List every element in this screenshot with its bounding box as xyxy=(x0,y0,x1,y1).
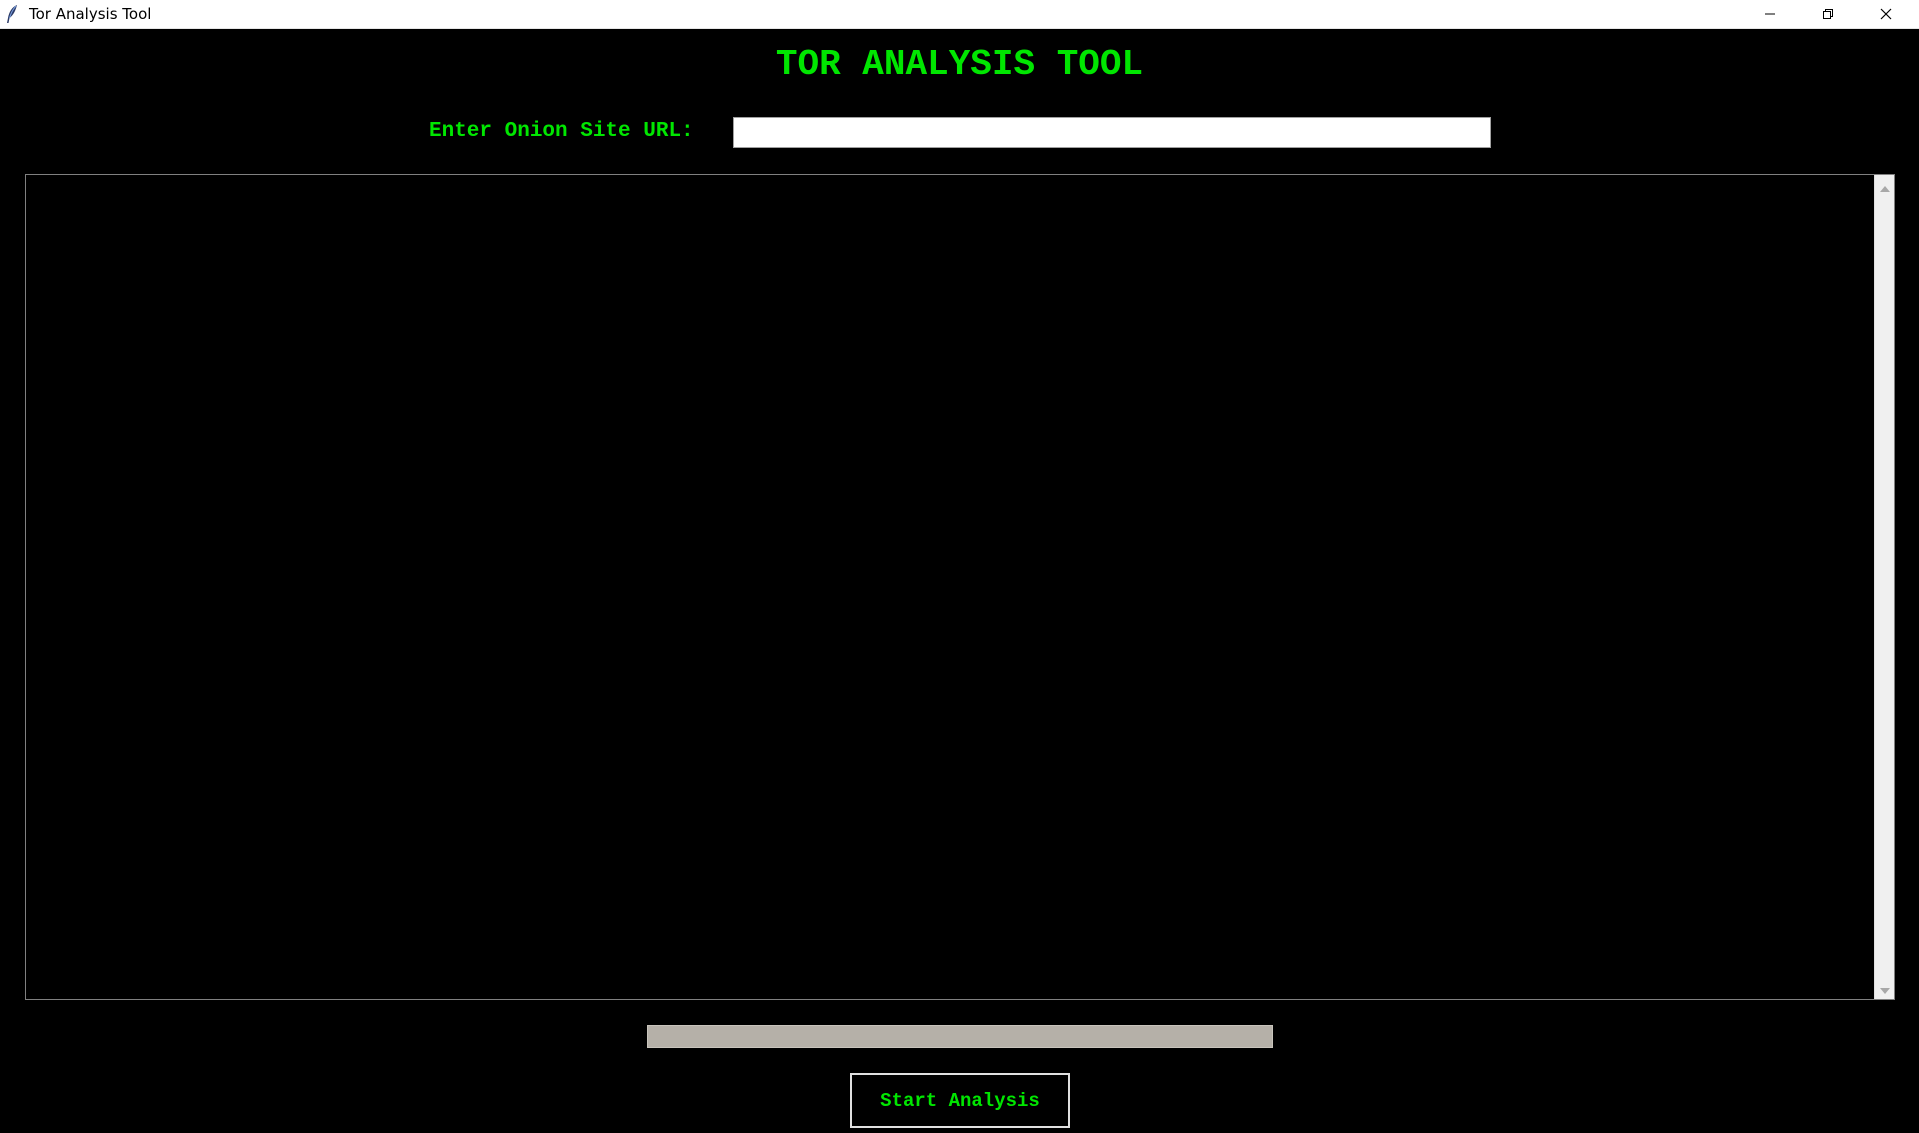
page-title: TOR ANALYSIS TOOL xyxy=(775,44,1144,85)
close-icon xyxy=(1880,8,1892,20)
output-scrollbar[interactable] xyxy=(1874,175,1894,999)
output-panel xyxy=(25,174,1895,1000)
start-analysis-button[interactable]: Start Analysis xyxy=(850,1073,1070,1128)
feather-icon xyxy=(4,4,22,24)
output-textarea[interactable] xyxy=(26,175,1874,999)
window-title: Tor Analysis Tool xyxy=(29,5,152,23)
title-bar[interactable]: Tor Analysis Tool xyxy=(0,0,1919,29)
progress-bar xyxy=(647,1025,1273,1048)
scroll-down-icon[interactable] xyxy=(1879,983,1891,994)
minimize-icon xyxy=(1764,8,1776,20)
url-label: Enter Onion Site URL: xyxy=(429,120,694,143)
close-button[interactable] xyxy=(1857,0,1915,28)
app-window: Tor Analysis Tool TOR ANALYSIS TOOL Ente… xyxy=(0,0,1919,1133)
minimize-button[interactable] xyxy=(1741,0,1799,28)
onion-url-input[interactable] xyxy=(733,117,1491,148)
restore-button[interactable] xyxy=(1799,0,1857,28)
restore-icon xyxy=(1822,8,1834,20)
scroll-up-icon[interactable] xyxy=(1879,181,1891,192)
